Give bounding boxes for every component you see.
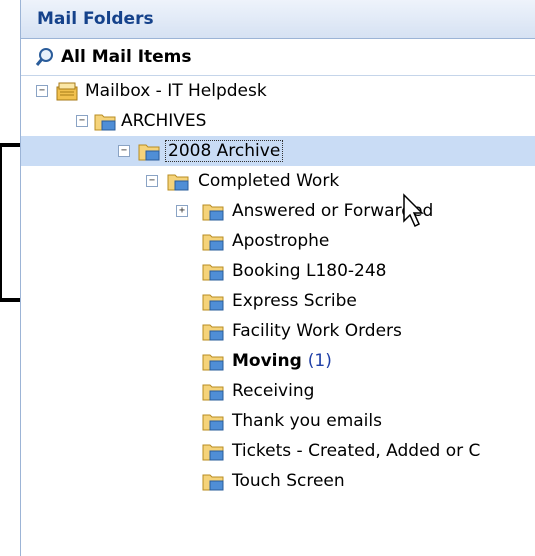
tree-item-folder[interactable]: Facility Work Orders bbox=[21, 316, 535, 346]
tree-item-folder[interactable]: Receiving bbox=[21, 376, 535, 406]
search-folder-icon bbox=[35, 48, 53, 66]
folder-icon bbox=[167, 174, 189, 191]
tree-item-archives-label: ARCHIVES bbox=[121, 111, 207, 131]
all-mail-items-label: All Mail Items bbox=[61, 47, 192, 67]
collapse-icon[interactable]: − bbox=[146, 175, 158, 187]
tree-item-folder[interactable]: Apostrophe bbox=[21, 226, 535, 256]
tree-item-folder[interactable]: Express Scribe bbox=[21, 286, 535, 316]
tree-item-folder-unread[interactable]: Moving (1) bbox=[21, 346, 535, 376]
folder-icon bbox=[202, 384, 224, 401]
folder-icon bbox=[202, 324, 224, 341]
mailbox-icon bbox=[56, 82, 78, 101]
unread-count-badge: (1) bbox=[307, 351, 332, 371]
tree-item-folder[interactable]: Touch Screen bbox=[21, 466, 535, 496]
tree-item-folder-label: Receiving bbox=[232, 381, 315, 401]
tree-item-folder[interactable]: + Answered or Forwarded bbox=[21, 196, 535, 226]
tree-item-folder-label: Thank you emails bbox=[232, 411, 382, 431]
folder-icon bbox=[202, 204, 224, 221]
tree-item-folder-label: Booking L180-248 bbox=[232, 261, 387, 281]
pane-title: Mail Folders bbox=[37, 9, 154, 29]
tree-item-folder[interactable]: Booking L180-248 bbox=[21, 256, 535, 286]
folder-icon bbox=[202, 474, 224, 491]
tree-item-completed-work-label: Completed Work bbox=[198, 171, 340, 191]
archive-folder-icon bbox=[138, 144, 160, 161]
mouse-pointer-icon bbox=[403, 193, 424, 228]
folder-icon bbox=[202, 444, 224, 461]
folder-icon bbox=[202, 294, 224, 311]
tree-item-mailbox-label: Mailbox - IT Helpdesk bbox=[85, 81, 267, 101]
tree-item-folder-label: Express Scribe bbox=[232, 291, 357, 311]
tree-item-2008-archive[interactable]: − 2008 Archive bbox=[21, 136, 535, 166]
tree-item-folder-label: Moving bbox=[232, 351, 302, 371]
all-mail-items-row[interactable]: All Mail Items bbox=[21, 39, 535, 76]
tree-item-archives[interactable]: − ARCHIVES bbox=[21, 106, 535, 136]
folder-icon bbox=[202, 264, 224, 281]
collapse-icon[interactable]: − bbox=[118, 145, 130, 157]
folder-icon bbox=[202, 414, 224, 431]
tree-item-folder[interactable]: Thank you emails bbox=[21, 406, 535, 436]
collapse-icon[interactable]: − bbox=[36, 85, 48, 97]
tree-item-folder-label-wrap: Moving (1) bbox=[232, 351, 332, 371]
archive-folder-icon bbox=[94, 114, 116, 131]
tree-item-mailbox[interactable]: − Mailbox - IT Helpdesk bbox=[21, 76, 535, 106]
tree-item-folder-label: Facility Work Orders bbox=[232, 321, 402, 341]
collapse-icon[interactable]: − bbox=[76, 115, 88, 127]
mail-folders-pane: Mail Folders All Mail Items − Mailbox - … bbox=[20, 0, 535, 556]
tree-item-folder-label: Apostrophe bbox=[232, 231, 330, 251]
tree-item-folder[interactable]: Tickets - Created, Added or C bbox=[21, 436, 535, 466]
expand-icon[interactable]: + bbox=[176, 205, 188, 217]
tree-item-folder-label: Tickets - Created, Added or C bbox=[232, 441, 481, 461]
folder-icon bbox=[202, 354, 224, 371]
tree-item-completed-work[interactable]: − Completed Work bbox=[21, 166, 535, 196]
tree-item-folder-label: Touch Screen bbox=[232, 471, 345, 491]
folder-icon bbox=[202, 234, 224, 251]
tree-item-2008-archive-label: 2008 Archive bbox=[164, 140, 284, 162]
pane-header: Mail Folders bbox=[21, 0, 535, 39]
